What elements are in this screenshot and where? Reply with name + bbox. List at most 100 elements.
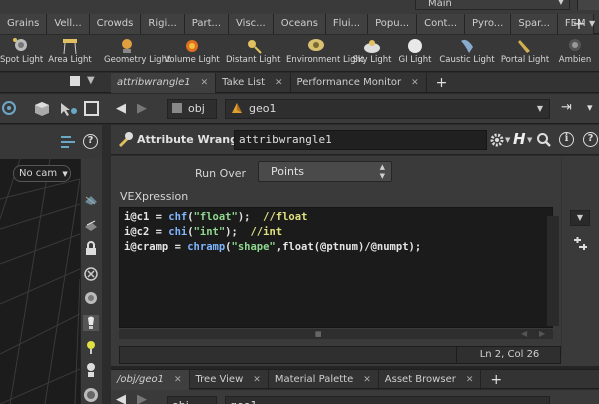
- shelf-tab[interactable]: Cont...: [417, 14, 466, 34]
- shelf-tab[interactable]: Part...: [184, 14, 230, 34]
- pin-icon[interactable]: ⇥: [561, 100, 572, 115]
- camera-tool-icon[interactable]: [83, 290, 99, 306]
- 3d-viewport[interactable]: [0, 159, 80, 404]
- close-icon[interactable]: ✕: [411, 73, 419, 93]
- shelf-tab[interactable]: Oceans: [273, 14, 326, 34]
- camera-menu[interactable]: No cam ▼: [13, 165, 71, 182]
- code-vertical-scrollbar[interactable]: [547, 216, 559, 326]
- volume-light-tool[interactable]: Volume Light: [163, 35, 221, 72]
- search-icon[interactable]: [536, 132, 552, 148]
- shelf-tab[interactable]: Flui...: [325, 14, 369, 34]
- shelf-tab[interactable]: Crowds: [89, 14, 142, 34]
- code-function: chramp: [187, 241, 226, 253]
- close-icon[interactable]: ✕: [466, 370, 474, 390]
- environment-light-tool[interactable]: Environment Light: [286, 35, 364, 72]
- shelf-tab[interactable]: Visc...: [229, 14, 274, 34]
- network-path-context[interactable]: obj: [167, 396, 217, 404]
- shelf-tab[interactable]: Popu...: [368, 14, 418, 34]
- shelf-tab[interactable]: Spar...: [511, 14, 558, 34]
- display-options-icon[interactable]: [60, 134, 78, 150]
- add-tab-button[interactable]: +: [481, 370, 511, 388]
- code-function: chi: [168, 226, 188, 238]
- frame-icon[interactable]: [84, 101, 99, 116]
- shelf-tab[interactable]: Rigi...: [141, 14, 185, 34]
- tab-take-list[interactable]: Take List ✕: [216, 73, 291, 93]
- desktop-menu[interactable]: Main ▼: [415, 0, 570, 10]
- code-comment: //float: [263, 211, 308, 223]
- shelf-tab[interactable]: Vell...: [47, 14, 90, 34]
- create-spare-parameters-icon[interactable]: [572, 236, 588, 252]
- portal-light-tool[interactable]: Portal Light: [500, 35, 550, 72]
- tab-attribwrangle1[interactable]: attribwrangle1 ✕: [111, 73, 217, 93]
- select-tool-icon[interactable]: [83, 192, 99, 208]
- camera-menu-label: No cam: [19, 168, 58, 179]
- chevron-down-icon[interactable]: ▼: [87, 75, 95, 86]
- close-icon[interactable]: ✕: [363, 370, 371, 390]
- lock-icon[interactable]: [83, 241, 99, 257]
- shelf-tab[interactable]: Pyro...: [465, 14, 512, 34]
- pane-divider[interactable]: [102, 125, 111, 404]
- tab-label: attribwrangle1: [117, 77, 191, 88]
- info-icon[interactable]: i: [559, 132, 574, 147]
- handle-tool-icon[interactable]: [83, 339, 99, 355]
- hda-icon[interactable]: H: [513, 130, 526, 148]
- spot-light-tool[interactable]: Spot Light: [0, 35, 43, 72]
- help-icon[interactable]: ?: [583, 132, 598, 147]
- pane-options-icon[interactable]: ▾: [587, 101, 593, 114]
- close-icon[interactable]: ✕: [275, 73, 283, 93]
- gear-icon[interactable]: [489, 132, 505, 148]
- chevron-down-icon[interactable]: ▼: [505, 136, 510, 144]
- shelf-menu-icon[interactable]: ▼: [589, 14, 599, 34]
- scroll-grip-icon: ▦: [315, 330, 322, 338]
- tab-material-palette[interactable]: Material Palette ✕: [269, 370, 379, 390]
- path-context-button[interactable]: obj: [167, 99, 217, 119]
- path-node-label: geo1: [230, 399, 257, 404]
- light-tool-icon[interactable]: [83, 315, 99, 331]
- shelf-options[interactable]: [577, 0, 599, 10]
- tab-network-geo1[interactable]: /obj/geo1 ✕: [111, 370, 190, 390]
- run-over-select[interactable]: Points ▲ ▼: [258, 161, 392, 182]
- close-icon[interactable]: ✕: [174, 370, 182, 390]
- caustic-light-tool[interactable]: Caustic Light: [439, 35, 495, 72]
- add-shelf-button[interactable]: +: [568, 14, 590, 34]
- back-arrow-icon[interactable]: ◀: [116, 101, 126, 116]
- area-light-tool[interactable]: Area Light: [48, 35, 92, 72]
- code-horizontal-scrollbar[interactable]: ▦ ◀ ▶: [119, 329, 553, 339]
- chevron-down-icon[interactable]: ▼: [570, 210, 590, 226]
- tab-tree-view[interactable]: Tree View ✕: [190, 370, 269, 390]
- shelf-tab-bar: Main ▼ Grains Vell... Crowds Rigi... Part...…: [0, 0, 599, 34]
- vex-code-editor[interactable]: i@c1 = chf("float"); //float i@c2 = chi("…: [119, 207, 553, 328]
- distant-light-tool[interactable]: Distant Light: [226, 35, 281, 72]
- node-type-label: Attribute Wrangle: [137, 133, 250, 146]
- tab-performance-monitor[interactable]: Performance Monitor ✕: [291, 73, 427, 93]
- ambient-light-tool[interactable]: Ambien: [556, 35, 594, 72]
- cube-icon[interactable]: [33, 100, 51, 118]
- shelf-tab-label: Popu...: [375, 18, 410, 29]
- pose-tool-icon[interactable]: [83, 362, 99, 378]
- render-tool-icon[interactable]: [83, 387, 99, 403]
- node-name-field[interactable]: attribwrangle1: [234, 130, 487, 150]
- help-icon[interactable]: ?: [83, 134, 98, 149]
- forward-arrow-icon[interactable]: ▶: [137, 392, 147, 404]
- transform-tool-icon[interactable]: [83, 217, 99, 233]
- pane-menu-icon[interactable]: [70, 76, 80, 86]
- chevron-down-icon[interactable]: ▼: [527, 136, 532, 144]
- environment-light-icon: [308, 39, 324, 51]
- sky-light-tool[interactable]: Sky Light: [351, 35, 393, 72]
- select-icon[interactable]: [58, 100, 78, 118]
- tab-asset-browser[interactable]: Asset Browser ✕: [379, 370, 482, 390]
- network-path-node[interactable]: geo1: [225, 396, 550, 404]
- shelf-tab[interactable]: Grains: [0, 14, 48, 34]
- back-arrow-icon[interactable]: ◀: [116, 392, 126, 404]
- close-icon[interactable]: ✕: [201, 73, 209, 93]
- forward-arrow-icon[interactable]: ▶: [137, 101, 147, 116]
- network-tab-bar: /obj/geo1 ✕ Tree View ✕ Material Palette…: [111, 369, 599, 390]
- close-icon[interactable]: ✕: [253, 370, 261, 390]
- path-node-button[interactable]: geo1 ▼: [225, 99, 550, 119]
- geometry-light-tool[interactable]: Geometry Light: [104, 35, 170, 72]
- add-tab-button[interactable]: +: [427, 73, 457, 92]
- gi-light-tool[interactable]: GI Light: [397, 35, 433, 72]
- ghost-icon[interactable]: [83, 266, 99, 282]
- snap-icon[interactable]: [2, 101, 16, 115]
